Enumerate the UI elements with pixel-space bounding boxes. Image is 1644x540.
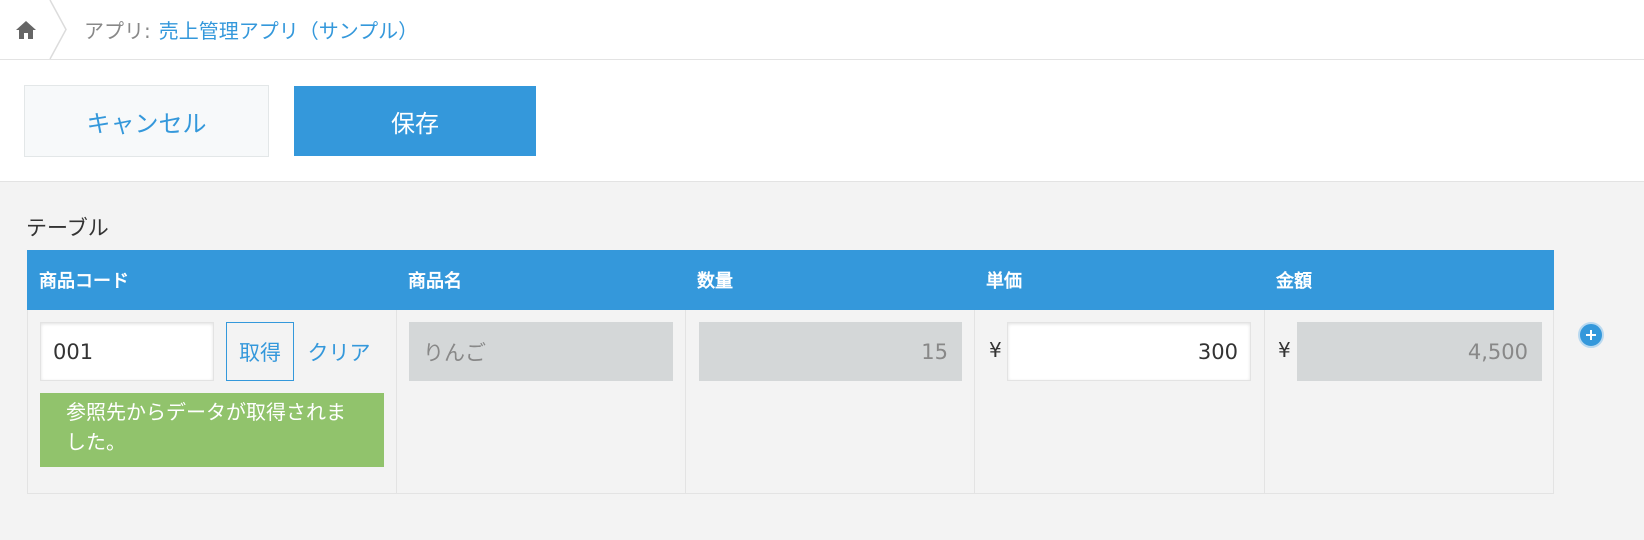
column-divider xyxy=(1264,310,1265,493)
unit-price-currency: ¥ xyxy=(989,338,1002,362)
action-toolbar: キャンセル 保存 xyxy=(0,60,1644,182)
column-header-quantity: 数量 xyxy=(697,271,733,292)
amount-field: 4,500 xyxy=(1297,322,1542,381)
amount-currency: ¥ xyxy=(1278,338,1291,362)
breadcrumb-separator xyxy=(49,0,67,59)
save-button[interactable]: 保存 xyxy=(294,86,536,156)
quantity-field: 15 xyxy=(699,322,962,381)
cancel-button[interactable]: キャンセル xyxy=(24,85,269,157)
home-icon xyxy=(16,20,36,39)
column-header-unit-price: 単価 xyxy=(986,271,1022,292)
table-row: 001 取得 クリア 参照先からデータが取得されました。 りんご 15 ¥ 30… xyxy=(27,310,1554,494)
lookup-clear-button[interactable]: クリア xyxy=(306,322,372,381)
breadcrumb: アプリ: 売上管理アプリ（サンプル） xyxy=(84,0,418,59)
table-field-label: テーブル xyxy=(26,216,109,240)
column-divider xyxy=(396,310,397,493)
add-row-button[interactable] xyxy=(1578,322,1604,348)
breadcrumb-prefix: アプリ: xyxy=(84,19,151,43)
column-divider xyxy=(974,310,975,493)
column-divider xyxy=(685,310,686,493)
plus-icon xyxy=(1586,330,1596,340)
subtable: 商品コード 商品名 数量 単価 金額 001 取得 クリア 参照先からデータが取… xyxy=(27,250,1554,494)
lookup-get-button[interactable]: 取得 xyxy=(226,322,294,381)
column-header-product-name: 商品名 xyxy=(408,271,462,292)
table-header: 商品コード 商品名 数量 単価 金額 xyxy=(27,250,1554,310)
top-bar: アプリ: 売上管理アプリ（サンプル） xyxy=(0,0,1644,60)
unit-price-input[interactable]: 300 xyxy=(1007,322,1251,381)
product-code-input[interactable]: 001 xyxy=(40,322,214,381)
column-header-product-code: 商品コード xyxy=(39,271,129,292)
home-button[interactable] xyxy=(0,0,52,59)
breadcrumb-app-link[interactable]: 売上管理アプリ（サンプル） xyxy=(159,15,418,44)
lookup-success-message: 参照先からデータが取得されました。 xyxy=(40,393,384,467)
column-header-amount: 金額 xyxy=(1276,271,1312,292)
product-name-field: りんご xyxy=(409,322,673,381)
